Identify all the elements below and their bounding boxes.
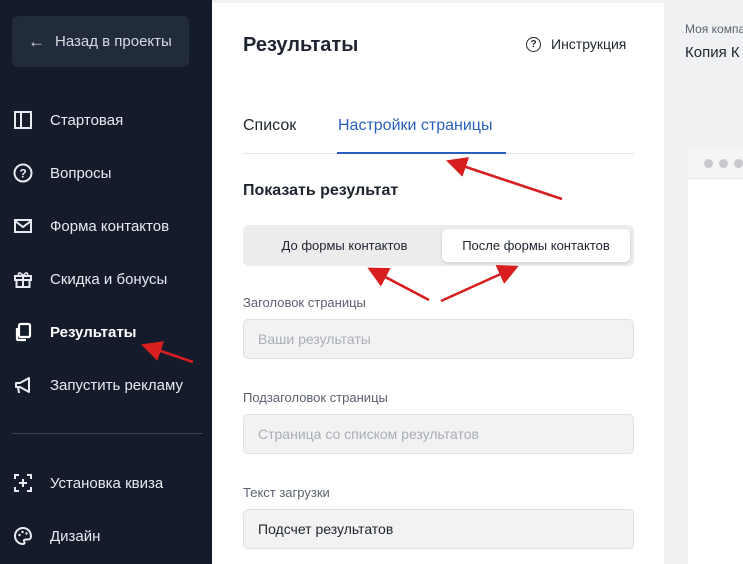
active-tab-indicator bbox=[337, 152, 506, 154]
sidebar-item-label: Запустить рекламу bbox=[50, 376, 183, 394]
sidebar-item-launch-ads[interactable]: Запустить рекламу bbox=[0, 365, 212, 405]
instruction-link[interactable]: ? Инструкция bbox=[526, 36, 626, 52]
sidebar-item-design[interactable]: Дизайн bbox=[0, 516, 212, 556]
window-dot-icon bbox=[704, 159, 713, 168]
instruction-label: Инструкция bbox=[551, 36, 627, 52]
sidebar-item-questions[interactable]: ? Вопросы bbox=[0, 153, 212, 193]
show-result-toggle: До формы контактов После формы контактов bbox=[243, 225, 634, 266]
back-to-projects-button[interactable]: ← Назад в проекты bbox=[12, 16, 189, 67]
arrow-left-icon: ← bbox=[28, 31, 45, 51]
preview-panel: Моя компания Копия К bbox=[664, 0, 743, 564]
sidebar: ← Назад в проекты Стартовая ? Вопросы Фо… bbox=[0, 0, 212, 564]
main-panel: Результаты ? Инструкция Список Настройки… bbox=[212, 0, 664, 564]
option-after-contact-form[interactable]: После формы контактов bbox=[442, 229, 630, 262]
sidebar-item-install-quiz[interactable]: Установка квиза bbox=[0, 463, 212, 503]
preview-title: Копия К bbox=[685, 44, 740, 61]
sidebar-item-label: Форма контактов bbox=[50, 217, 170, 235]
sidebar-item-label: Вопросы bbox=[50, 164, 112, 182]
sidebar-divider bbox=[12, 433, 203, 434]
loading-text-input[interactable] bbox=[243, 509, 634, 549]
page-title-label: Заголовок страницы bbox=[243, 295, 366, 310]
sidebar-item-contact-form[interactable]: Форма контактов bbox=[0, 206, 212, 246]
tab-page-settings[interactable]: Настройки страницы bbox=[338, 117, 492, 135]
megaphone-icon bbox=[12, 374, 34, 396]
sidebar-item-label: Скидка и бонусы bbox=[50, 270, 168, 288]
sidebar-item-label: Установка квиза bbox=[50, 474, 164, 492]
envelope-icon bbox=[12, 215, 34, 237]
embed-icon bbox=[12, 472, 34, 494]
sidebar-item-start[interactable]: Стартовая bbox=[0, 100, 212, 140]
window-dot-icon bbox=[734, 159, 743, 168]
svg-text:?: ? bbox=[19, 167, 26, 181]
page-subtitle-input[interactable] bbox=[243, 414, 634, 454]
question-icon: ? bbox=[526, 36, 541, 52]
sidebar-item-label: Стартовая bbox=[50, 111, 124, 129]
layout-icon bbox=[12, 109, 34, 131]
page-subtitle-label: Подзаголовок страницы bbox=[243, 390, 388, 405]
preview-frame bbox=[688, 147, 743, 564]
preview-window-bar bbox=[688, 147, 743, 179]
copy-pages-icon bbox=[12, 321, 34, 343]
palette-icon bbox=[12, 525, 34, 547]
page-title-input[interactable] bbox=[243, 319, 634, 359]
option-before-contact-form[interactable]: До формы контактов bbox=[247, 229, 442, 262]
section-title: Показать результат bbox=[243, 182, 399, 199]
question-circle-icon: ? bbox=[12, 162, 34, 184]
gift-icon bbox=[12, 268, 34, 290]
window-dot-icon bbox=[719, 159, 728, 168]
sidebar-item-results[interactable]: Результаты bbox=[0, 312, 212, 352]
sidebar-item-discounts[interactable]: Скидка и бонусы bbox=[0, 259, 212, 299]
sidebar-item-label: Результаты bbox=[50, 323, 137, 341]
tab-list[interactable]: Список bbox=[243, 117, 296, 135]
sidebar-item-label: Дизайн bbox=[50, 527, 101, 545]
page-title: Результаты bbox=[243, 34, 359, 56]
loading-text-label: Текст загрузки bbox=[243, 485, 330, 500]
back-to-projects-label: Назад в проекты bbox=[55, 33, 172, 50]
tabs: Список Настройки страницы bbox=[243, 107, 634, 154]
preview-company: Моя компания bbox=[685, 22, 743, 36]
